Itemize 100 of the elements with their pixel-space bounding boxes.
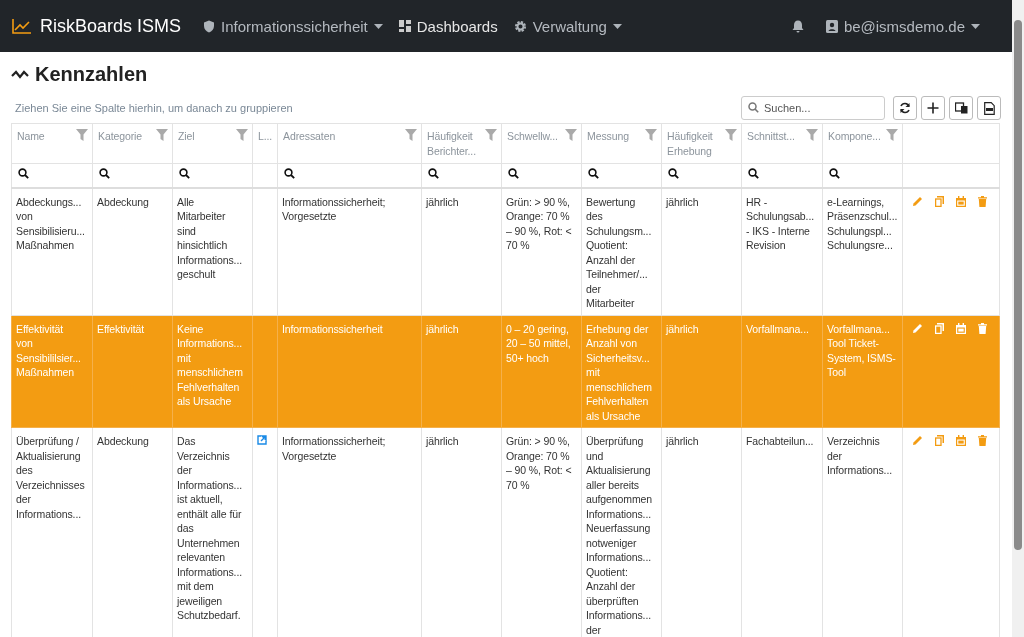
table-cell: e-Learnings, Präsenzschul... Schulungspl... Schulungsre... [827, 194, 898, 253]
filter-icon[interactable] [725, 129, 737, 141]
table-cell: Erhebung der Anzahl von Sicherheitsv... mit menschlichem Fehlverhalten als Ursache [586, 321, 652, 423]
table-cell: Das Verzeichnis der Informations... ist aktuell, enthält alle für das Unternehmen relevanten Informations... mit dem jeweiligen Schutzbedarf. [177, 434, 243, 623]
user-card-icon [825, 19, 838, 33]
scrollbar[interactable] [1012, 0, 1024, 637]
table-cell: jährlich [426, 194, 459, 209]
grid-icon [398, 20, 411, 32]
copy-icon[interactable] [935, 195, 944, 207]
scrollbar-thumb[interactable] [1014, 20, 1022, 550]
window-copy-icon [954, 102, 968, 114]
filter-icon[interactable] [645, 129, 657, 141]
table-cell: Bewertung des Schulungsm... Quotient: Anzahl der Teilnehmer/... der Mitarbeiter [586, 194, 652, 311]
filter-icon[interactable] [76, 129, 88, 141]
column-header[interactable]: Kompone... [822, 123, 903, 164]
add-button[interactable] [921, 96, 945, 120]
table-cell: Überprüfung / Aktualisierung des Verzeichnisses der Informations... [16, 434, 85, 521]
shield-icon [203, 19, 216, 33]
pulse-icon [11, 69, 29, 79]
external-link-icon[interactable] [257, 435, 267, 445]
table-cell: Informationssicherheit; Vorgesetzte [282, 434, 386, 463]
copy-icon[interactable] [935, 435, 944, 446]
table-cell: Informationssicherheit [282, 321, 383, 336]
gear-icon [513, 19, 527, 33]
calendar-icon[interactable] [956, 435, 966, 446]
search-icon[interactable] [428, 168, 439, 179]
filter-icon[interactable] [565, 129, 577, 141]
search-icon[interactable] [829, 168, 840, 179]
calendar-icon[interactable] [956, 195, 966, 207]
column-header[interactable]: Schwellw... [501, 123, 582, 164]
column-header[interactable]: L... [252, 123, 278, 164]
bell-icon[interactable] [791, 19, 804, 33]
table-cell: 0 – 20 gering, 20 – 50 mittel, 50+ hoch [506, 321, 571, 365]
filter-icon[interactable] [485, 129, 497, 141]
export-button[interactable] [977, 96, 1001, 120]
search-icon[interactable] [99, 168, 110, 179]
trash-icon[interactable] [978, 195, 987, 207]
column-header[interactable]: Schnittst... [741, 123, 823, 164]
table-cell: Grün: > 90 %, Orange: 70 % – 90 %, Rot: < 70 % [506, 434, 572, 492]
trend-chart-icon [12, 18, 32, 34]
search-icon [748, 102, 759, 113]
search-icon[interactable] [588, 168, 599, 179]
table-cell: Verzeichnis der Informations... [827, 434, 893, 478]
column-header[interactable]: Name [11, 123, 93, 164]
table-cell: Grün: > 90 %, Orange: 70 % – 90 %, Rot: < 70 % [506, 194, 572, 253]
table-cell: Effektivität von Sensibililsier... Maßnahmen [16, 321, 81, 380]
filter-icon[interactable] [806, 129, 818, 141]
table-cell: Abdeckungs... von Sensibilisieru... Maßnahmen [16, 194, 85, 253]
table-cell: Effektivität [97, 321, 145, 336]
table-cell: Keine Informations... mit menschlichem Fehlverhalten als Ursache [177, 321, 243, 409]
pencil-icon[interactable] [913, 322, 923, 333]
column-header[interactable]: Adressaten [277, 123, 422, 164]
document-icon [983, 101, 995, 115]
column-header[interactable]: Kategorie [92, 123, 173, 164]
search-field[interactable]: Suchen... [741, 96, 885, 120]
search-icon[interactable] [748, 168, 759, 179]
trash-icon[interactable] [978, 435, 987, 446]
column-header[interactable]: Messung [581, 123, 662, 164]
table-row[interactable] [11, 187, 1000, 315]
brand-link[interactable]: RiskBoards ISMS [40, 15, 182, 37]
nav-menu-item[interactable]: Informationssicherheit [203, 17, 383, 35]
nav-menu-item[interactable]: Dashboards [398, 17, 498, 35]
table-cell: Überprüfung und Aktualisierung aller bereits aufgenommen Informations... Neuerfassung notweniger Informations... Quotient: Anzahl der überprüften Informations... der [586, 434, 653, 637]
table-cell: jährlich [666, 434, 699, 449]
column-header[interactable]: Häufigkeit Erhebung [661, 123, 742, 164]
nav-menu-item[interactable]: Verwaltung [513, 17, 622, 35]
column-header[interactable]: Häufigkeit Berichter... [421, 123, 502, 164]
calendar-icon[interactable] [956, 322, 966, 334]
column-header[interactable]: Ziel [172, 123, 253, 164]
copy-icon[interactable] [935, 322, 944, 334]
pencil-icon[interactable] [913, 195, 923, 206]
filter-icon[interactable] [405, 129, 417, 141]
filter-icon[interactable] [236, 129, 248, 141]
user-menu[interactable]: be@ismsdemo.de [825, 17, 980, 35]
refresh-icon [899, 102, 911, 114]
table-cell: Abdeckung [97, 434, 149, 449]
table-cell: Vorfallmana... Tool Ticket- System, ISMS- Tool [827, 321, 896, 380]
caret-icon [373, 23, 383, 29]
search-icon[interactable] [284, 168, 295, 179]
plus-icon [927, 102, 939, 114]
refresh-button[interactable] [893, 96, 917, 120]
caret-icon [612, 23, 622, 29]
table-cell: Alle Mitarbeiter sind hinsichtlich Informations... geschult [177, 194, 243, 282]
group-hint: Ziehen Sie eine Spalte hierhin, um danach zu gruppieren [14, 102, 294, 114]
table-row[interactable] [11, 427, 1000, 637]
search-icon[interactable] [668, 168, 679, 179]
pencil-icon[interactable] [913, 435, 923, 445]
trash-icon[interactable] [978, 322, 987, 334]
search-icon[interactable] [18, 168, 29, 179]
search-icon[interactable] [179, 168, 190, 179]
table-cell: HR - Schulungsab... - IKS - Interne Revision [746, 194, 815, 253]
search-icon[interactable] [508, 168, 519, 179]
caret-icon [971, 23, 980, 29]
table-cell: Abdeckung [97, 194, 149, 209]
columns-button[interactable] [949, 96, 973, 120]
table-cell: jährlich [666, 194, 699, 209]
table-cell: Vorfallmana... [746, 321, 809, 336]
filter-icon[interactable] [886, 129, 898, 141]
page-title: Kennzahlen [35, 62, 148, 86]
filter-icon[interactable] [156, 129, 168, 141]
